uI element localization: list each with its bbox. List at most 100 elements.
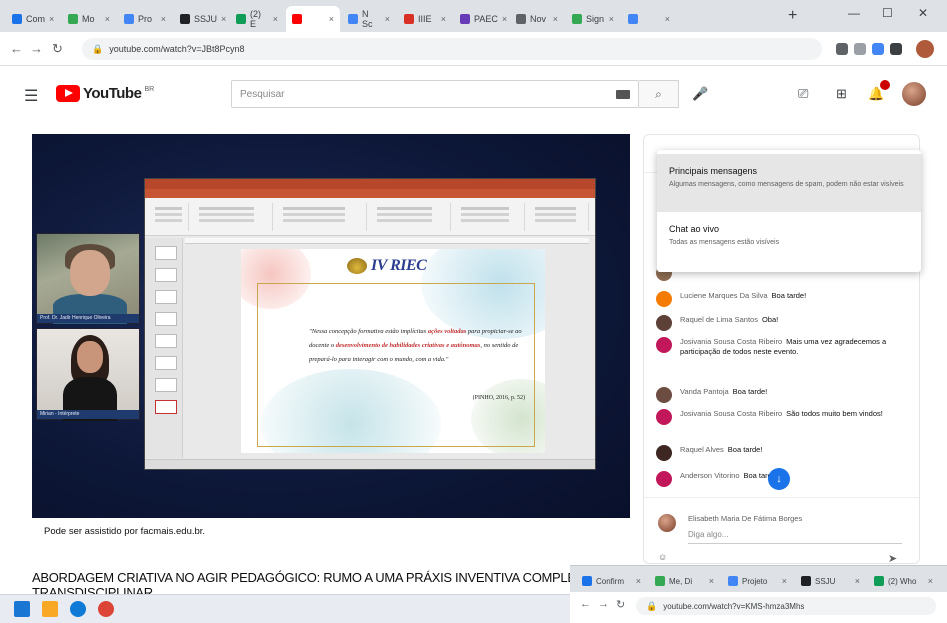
tab-favicon-icon — [801, 576, 811, 586]
chat-author-avatar — [656, 445, 672, 461]
extensions-puzzle-icon[interactable] — [890, 43, 902, 55]
chat-author-name[interactable]: Luciene Marques Da Silva — [680, 291, 768, 300]
forward-icon[interactable]: → — [30, 41, 43, 56]
mic-icon[interactable]: 🎤 — [692, 86, 708, 102]
tab-close-icon[interactable]: × — [928, 576, 933, 586]
browser-tab[interactable]: (2) Who × — [868, 570, 939, 592]
lock-icon: 🔒 — [92, 43, 104, 54]
chat-message[interactable]: Josivania Sousa Costa Ribeiro Mais uma ve… — [656, 337, 912, 357]
account-avatar[interactable] — [902, 82, 926, 106]
chat-author-name[interactable]: Vanda Pantoja — [680, 387, 729, 396]
browser-tab[interactable]: Nov × — [510, 6, 564, 32]
browser-tab[interactable]: Pro × — [118, 6, 172, 32]
tab-close-icon[interactable]: × — [49, 14, 54, 24]
tab-close-icon[interactable]: × — [636, 576, 641, 586]
tab-close-icon[interactable]: × — [709, 576, 714, 586]
close-window-button[interactable]: ✕ — [918, 6, 928, 20]
minimize-button[interactable]: — — [848, 6, 860, 20]
video-player[interactable]: Prof. Dr. Jadir Henrique Oliveira Mirian… — [32, 134, 630, 518]
chat-message-list[interactable]: Simone de Souza MelloBoa tardeLuciene Ma… — [644, 261, 919, 497]
windows-start-icon[interactable] — [14, 601, 30, 617]
tab-close-icon[interactable]: × — [665, 14, 670, 24]
keyboard-icon[interactable] — [616, 90, 630, 99]
tab-close-icon[interactable]: × — [855, 576, 860, 586]
browser-tab[interactable]: Mo × — [62, 6, 116, 32]
browser-tab[interactable]: SSJU × — [174, 6, 228, 32]
browser-tab[interactable]: (2) E × — [230, 6, 284, 32]
tab-close-icon[interactable]: × — [273, 14, 278, 24]
browser-tab[interactable]: Com × — [6, 6, 60, 32]
tab-close-icon[interactable]: × — [782, 576, 787, 586]
forward-icon[interactable]: → — [598, 598, 609, 610]
chat-author-name[interactable]: Josivania Sousa Costa Ribeiro — [680, 409, 782, 418]
back-icon[interactable]: ← — [580, 598, 591, 610]
search-input[interactable]: Pesquisar — [231, 80, 639, 108]
reload-icon[interactable]: ↻ — [616, 598, 625, 611]
tab-close-icon[interactable]: × — [385, 14, 390, 24]
chat-author-name[interactable]: Josivania Sousa Costa Ribeiro — [680, 337, 782, 346]
browser-tab[interactable]: × — [622, 6, 676, 32]
chat-message-text: Boa tarde! — [771, 291, 807, 300]
tab-close-icon[interactable]: × — [502, 14, 507, 24]
new-tab-button[interactable]: + — [788, 7, 797, 25]
menu-item-top-chat[interactable]: Principais mensagens Algumas mensagens, … — [657, 154, 921, 212]
browser-tab[interactable]: IIIE × — [398, 6, 452, 32]
browser-tab[interactable]: Me, Di × — [649, 570, 720, 592]
browser-tab[interactable]: Confirm × — [576, 570, 647, 592]
reload-icon[interactable]: ↻ — [52, 41, 63, 57]
chat-author-name[interactable]: Anderson Vitorino — [680, 471, 739, 480]
second-window-address-row: ← → ↻ 🔒 youtube.com/watch?v=KMS-hmza3Mhs — [570, 592, 947, 623]
extension-icon[interactable] — [854, 43, 866, 55]
apps-grid-icon[interactable]: ⊞ — [836, 86, 847, 102]
tab-close-icon[interactable]: × — [609, 14, 614, 24]
chat-author-name[interactable]: Raquel Alves — [680, 445, 724, 454]
scroll-down-button[interactable]: ↓ — [768, 468, 790, 490]
browser-profile-avatar[interactable] — [916, 40, 934, 58]
chat-message[interactable]: Josivania Sousa Costa Ribeiro São todos m… — [656, 409, 912, 425]
chat-author-avatar — [656, 337, 672, 353]
tab-close-icon[interactable]: × — [221, 14, 226, 24]
search-button[interactable]: ⌕ — [639, 80, 679, 108]
chat-message-input[interactable]: Diga algo... — [688, 528, 902, 544]
url-bar[interactable]: 🔒 youtube.com/watch?v=JBt8Pcyn8 — [82, 38, 822, 60]
extension-icon[interactable] — [872, 43, 884, 55]
browser-tab[interactable]: Projeto × — [722, 570, 793, 592]
youtube-logo[interactable]: YouTube BR — [56, 85, 154, 102]
menu-item-live-chat[interactable]: Chat ao vivo Todas as mensagens estão vi… — [657, 212, 921, 270]
tab-favicon-icon — [180, 14, 190, 24]
tab-close-icon[interactable]: × — [553, 14, 558, 24]
chat-message[interactable]: Luciene Marques Da Silva Boa tarde! — [656, 291, 912, 307]
file-explorer-icon[interactable] — [42, 601, 58, 617]
tab-label: Me, Di — [669, 576, 693, 586]
chat-message[interactable]: Vanda Pantoja Boa tarde! — [656, 387, 912, 403]
chat-author-name[interactable]: Raquel de Lima Santos — [680, 315, 758, 324]
tab-label: Confirm — [596, 576, 625, 586]
edge-browser-icon[interactable] — [70, 601, 86, 617]
browser-tab[interactable]: N Sc × — [342, 6, 396, 32]
cast-icon[interactable]: ⎚ — [798, 86, 808, 102]
chat-message[interactable]: Raquel Alves Boa tarde! — [656, 445, 912, 461]
browser-tab[interactable]: SSJU × — [795, 570, 866, 592]
emoji-icon[interactable]: ☺ — [658, 552, 667, 562]
chrome-browser-icon[interactable] — [98, 601, 114, 617]
tab-favicon-icon — [874, 576, 884, 586]
chat-message-body: Josivania Sousa Costa Ribeiro Mais uma ve… — [680, 337, 912, 357]
browser-tab[interactable]: × — [286, 6, 340, 32]
chat-author-avatar — [656, 291, 672, 307]
back-icon[interactable]: ← — [10, 41, 23, 56]
ribbon-group — [529, 203, 589, 231]
browser-tab[interactable]: PAEC × — [454, 6, 508, 32]
chat-message[interactable]: Raquel de Lima Santos Oba! — [656, 315, 912, 331]
tab-favicon-icon — [628, 14, 638, 24]
second-window-url-text: youtube.com/watch?v=KMS-hmza3Mhs — [663, 601, 805, 611]
tab-close-icon[interactable]: × — [105, 14, 110, 24]
extension-icon[interactable] — [836, 43, 848, 55]
tab-close-icon[interactable]: × — [329, 14, 334, 24]
tab-close-icon[interactable]: × — [441, 14, 446, 24]
browser-tab[interactable]: Sign × — [566, 6, 620, 32]
maximize-button[interactable]: ☐ — [882, 6, 893, 20]
menu-icon[interactable]: ☰ — [24, 86, 38, 106]
tab-close-icon[interactable]: × — [161, 14, 166, 24]
second-window-url-bar[interactable]: 🔒 youtube.com/watch?v=KMS-hmza3Mhs — [636, 597, 936, 615]
send-icon[interactable]: ➤ — [888, 552, 897, 563]
